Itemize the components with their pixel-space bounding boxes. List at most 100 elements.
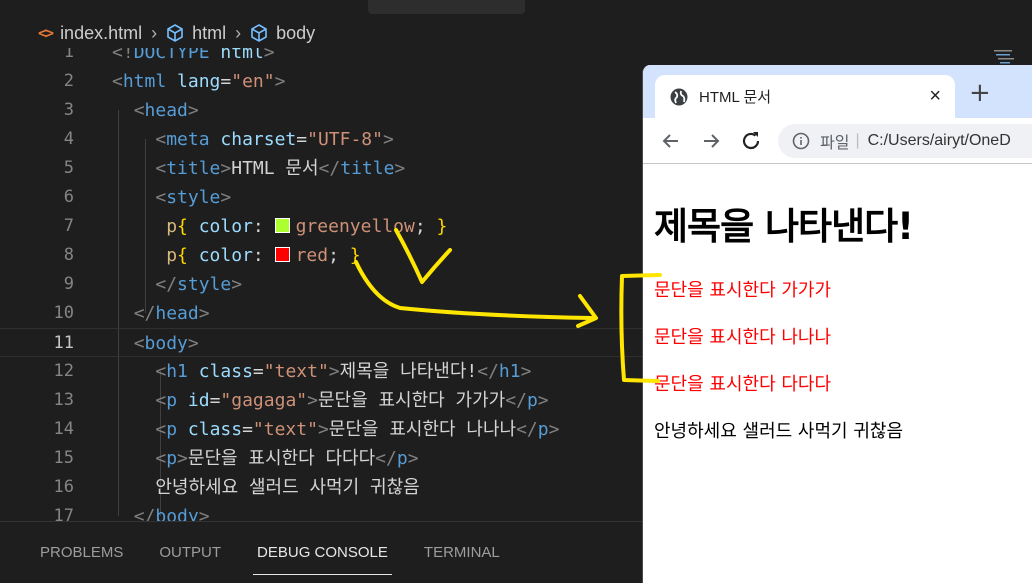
line-number: 7 [63, 216, 74, 236]
info-icon[interactable] [792, 132, 810, 150]
code-token: = [296, 129, 308, 150]
code-text: <title>HTML 문서</title> [112, 154, 405, 183]
code-token: </ [155, 274, 178, 295]
tab-debug-console[interactable]: DEBUG CONSOLE [253, 536, 392, 575]
tab-problems[interactable]: PROBLEMS [40, 536, 123, 569]
line-number: 4 [63, 129, 74, 149]
code-text: <p id="gagaga">문단을 표시한다 가가가</p> [112, 386, 549, 415]
code-token: > [537, 390, 549, 411]
code-token: { [177, 245, 188, 266]
page-content: 제목을 나타낸다! 문단을 표시한다 가가가 문단을 표시한다 나나나 문단을 … [643, 164, 1032, 444]
title-bar [0, 0, 1032, 18]
code-token: > [198, 303, 210, 324]
paragraph-1: 문단을 표시한다 가가가 [654, 280, 832, 301]
back-arrow-icon[interactable] [659, 129, 683, 153]
line-number: 14 [53, 419, 74, 439]
code-token: title [166, 158, 221, 179]
code-line[interactable]: 6 <style> [0, 183, 642, 212]
code-token: < [155, 419, 167, 440]
symbol-cube-icon [166, 24, 184, 42]
minimap[interactable] [994, 48, 1018, 66]
code-token: "en" [231, 71, 275, 92]
code-line[interactable]: 11 <body> [0, 328, 642, 357]
code-token: > [520, 361, 532, 382]
code-token: style [177, 274, 232, 295]
code-text: <p>문단을 표시한다 다다다</p> [112, 444, 418, 473]
breadcrumb: <> index.html › html › body [0, 18, 1032, 48]
code-token: <! [112, 48, 134, 63]
code-token: = [252, 361, 264, 382]
code-line[interactable]: 4 <meta charset="UTF-8"> [0, 125, 642, 154]
code-line[interactable]: 1 <!DOCTYPE html> [0, 48, 642, 67]
code-line[interactable]: 12 <h1 class="text">제목을 나타낸다!</h1> [0, 357, 642, 386]
line-number: 1 [63, 48, 74, 62]
breadcrumb-label: index.html [60, 22, 143, 43]
forward-arrow-icon[interactable] [699, 129, 723, 153]
code-token: html [122, 71, 167, 92]
code-text: <html lang="en"> [112, 67, 285, 96]
code-token: p [396, 448, 408, 469]
code-text: <meta charset="UTF-8"> [112, 125, 393, 154]
code-token: 안녕하세요 샐러드 사먹기 귀찮음 [112, 477, 420, 498]
code-token: body [155, 506, 199, 521]
code-line[interactable]: 17 </body> [0, 502, 642, 521]
plain-text: 안녕하세요 샐러드 사먹기 귀찮음 [654, 421, 904, 442]
code-token: </ [133, 303, 156, 324]
code-line[interactable]: 16 안녕하세요 샐러드 사먹기 귀찮음 [0, 473, 642, 502]
code-token: color [198, 216, 253, 237]
breadcrumb-label: html [192, 22, 227, 43]
breadcrumb-file[interactable]: <> index.html [38, 23, 142, 44]
line-number: 3 [63, 100, 74, 120]
breadcrumb-html[interactable]: html [166, 23, 226, 44]
code-token: > [231, 274, 243, 295]
code-token: p [166, 245, 178, 266]
browser-window: HTML 문서 × + 파일 | C:/Users/airyt/OneD 제목을… [642, 65, 1032, 583]
color-swatch[interactable] [274, 218, 290, 233]
code-token: < [133, 333, 145, 354]
browser-tab[interactable]: HTML 문서 × [655, 75, 955, 118]
code-line[interactable]: 8 p{ color: red; } [0, 241, 642, 270]
code-token: </ [477, 361, 499, 382]
code-token: class [187, 419, 243, 440]
code-text: </head> [112, 299, 210, 328]
code-line[interactable]: 7 p{ color: greenyellow; } [0, 212, 642, 241]
code-token: > [220, 158, 232, 179]
address-bar[interactable]: 파일 | C:/Users/airyt/OneD [778, 124, 1032, 158]
code-line[interactable]: 13 <p id="gagaga">문단을 표시한다 가가가</p> [0, 386, 642, 415]
code-token: </ [318, 158, 341, 179]
reload-icon[interactable] [739, 129, 763, 153]
code-token: > [317, 419, 329, 440]
code-token: > [307, 390, 318, 411]
new-tab-button[interactable]: + [969, 79, 991, 107]
code-line[interactable]: 5 <title>HTML 문서</title> [0, 154, 642, 183]
code-editor[interactable]: 1 <!DOCTYPE html> 2 <html lang="en"> 3 <head… [0, 48, 642, 521]
code-token: meta [166, 129, 210, 150]
tab-terminal[interactable]: TERMINAL [424, 536, 500, 569]
code-token: > [274, 71, 286, 92]
html-file-icon: <> [38, 24, 54, 42]
code-line[interactable]: 2 <html lang="en"> [0, 67, 642, 96]
code-line[interactable]: 15 <p>문단을 표시한다 다다다</p> [0, 444, 642, 473]
page-heading: 제목을 나타낸다! [654, 205, 914, 248]
code-line[interactable]: 3 <head> [0, 96, 642, 125]
color-swatch[interactable] [274, 247, 290, 262]
tab-output[interactable]: OUTPUT [159, 536, 221, 569]
code-token: p [166, 216, 178, 237]
code-token: = [220, 71, 232, 92]
code-text: </style> [112, 270, 242, 299]
browser-tab-title: HTML 문서 [699, 89, 772, 106]
code-line[interactable]: 14 <p class="text">문단을 표시한다 나나나</p> [0, 415, 642, 444]
url-scheme: 파일 [820, 135, 850, 152]
close-tab-icon[interactable]: × [929, 84, 941, 108]
code-line[interactable]: 10 </head> [0, 299, 642, 328]
code-token: > [328, 361, 340, 382]
code-line[interactable]: 9 </style> [0, 270, 642, 299]
code-text: <p class="text">문단을 표시한다 나나나</p> [112, 415, 559, 444]
code-token: ; [328, 245, 350, 266]
breadcrumb-body[interactable]: body [250, 23, 315, 44]
